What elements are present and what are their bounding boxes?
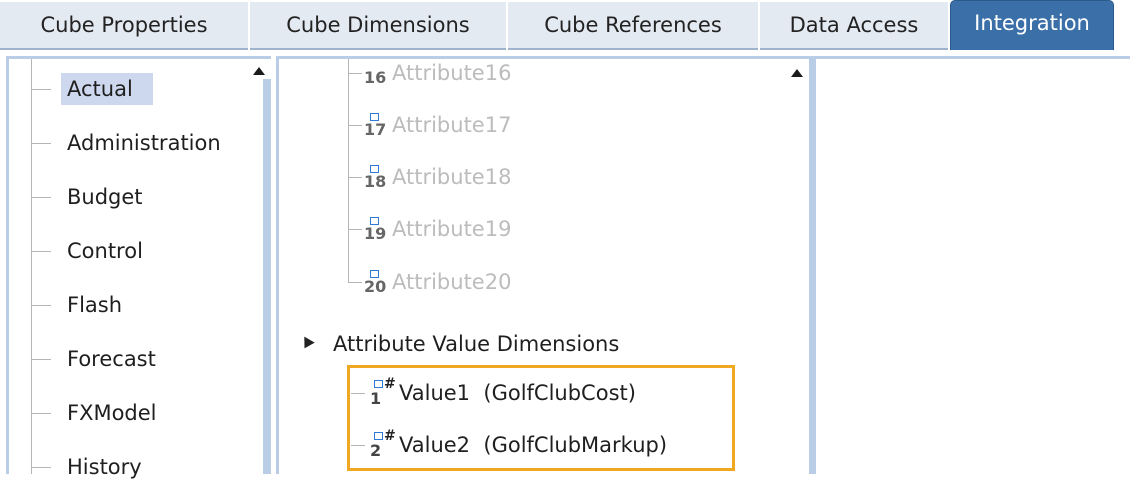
dimension-tree-scroll-up-icon[interactable] [791,69,803,77]
cube-item-label: Flash [67,293,123,317]
cube-item-history[interactable]: History [31,445,152,489]
collapse-triangle-icon[interactable] [299,336,315,352]
value-dimension-row-2[interactable]: #2 Value2 (GolfClubMarkup) [351,423,667,467]
dimension-icon: 17 [364,110,386,140]
attribute-label: Attribute19 [392,217,512,241]
tab-integration[interactable]: Integration [950,0,1114,50]
tree-connector [31,196,51,198]
dimension-icon: 20 [364,267,386,297]
cube-item-label: History [67,455,142,479]
dimension-tree-panel: 16 Attribute16 17 Attribute17 18 Attribu… [276,56,812,474]
cube-list-scroll-up-icon[interactable] [253,67,265,75]
dimension-icon: 18 [364,162,386,192]
tab-data-access[interactable]: Data Access [760,2,948,50]
value-dimension-icon: #2 [370,428,396,460]
value-dimension-label: Value1 (GolfClubCost) [399,381,636,405]
cube-list-panel: Actual Administration Budget Control Fla… [6,56,271,479]
properties-panel [810,56,1130,474]
attribute-value-dimensions-node[interactable]: Attribute Value Dimensions [299,324,620,364]
tree-connector [31,304,51,306]
cube-item-label: Administration [67,131,221,155]
tree-connector [348,72,362,74]
attribute-row-16[interactable]: 16 Attribute16 [348,53,511,93]
attribute-label: Attribute16 [392,61,512,85]
attribute-label: Attribute18 [392,165,512,189]
cube-item-label: Control [67,239,143,263]
attribute-row-18[interactable]: 18 Attribute18 [348,157,511,197]
value-dimension-label: Value2 (GolfClubMarkup) [399,433,668,457]
tab-cube-references[interactable]: Cube References [508,2,758,50]
dimension-icon: 19 [364,214,386,244]
tree-connector [348,124,362,126]
tab-bar: Cube Properties Cube Dimensions Cube Ref… [0,0,1130,52]
tree-connector [348,228,362,230]
tree-connector [31,142,51,144]
attribute-label: Attribute17 [392,113,512,137]
attribute-row-19[interactable]: 19 Attribute19 [348,209,511,249]
cube-item-label: Actual [61,73,153,105]
cube-item-budget[interactable]: Budget [31,175,153,219]
tree-connector [31,358,51,360]
tree-connector [348,281,362,283]
attribute-label: Attribute20 [392,270,512,294]
cube-item-label: Forecast [67,347,156,371]
tab-cube-properties[interactable]: Cube Properties [0,2,248,50]
tree-connector [351,392,365,394]
attribute-row-20[interactable]: 20 Attribute20 [348,262,511,302]
cube-item-fxmodel[interactable]: FXModel [31,391,167,435]
tree-connector [348,176,362,178]
tab-cube-dimensions[interactable]: Cube Dimensions [250,2,506,50]
tree-connector [31,412,51,414]
cube-item-control[interactable]: Control [31,229,153,273]
cube-item-flash[interactable]: Flash [31,283,132,327]
attribute-row-17[interactable]: 17 Attribute17 [348,105,511,145]
value-dimension-icon: #1 [370,376,396,408]
dimension-icon: 16 [364,68,387,87]
cube-item-administration[interactable]: Administration [31,121,231,165]
tree-connector [31,466,51,468]
cube-item-actual[interactable]: Actual [31,67,153,111]
cube-item-forecast[interactable]: Forecast [31,337,166,381]
tree-connector [351,444,365,446]
cube-item-label: FXModel [67,401,157,425]
tree-connector [31,250,51,252]
tree-connector [31,88,51,90]
cube-item-label: Budget [67,185,143,209]
value-dimension-row-1[interactable]: #1 Value1 (GolfClubCost) [351,371,636,415]
group-label: Attribute Value Dimensions [333,332,620,356]
